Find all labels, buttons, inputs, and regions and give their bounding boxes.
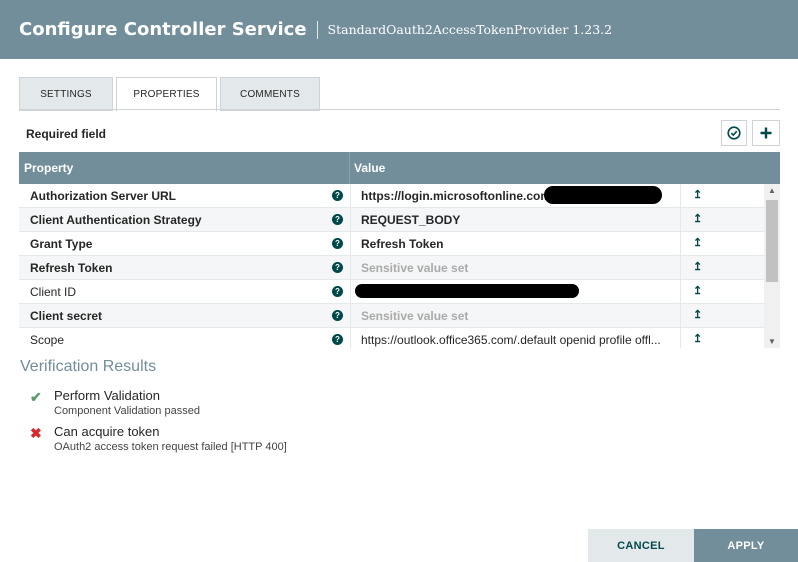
help-icon[interactable]: ? [332,262,343,273]
cell-divider [350,328,351,348]
verification-results-title: Verification Results [20,358,157,375]
verification-item-detail: Component Validation passed [54,405,200,417]
tab-bar: SETTINGS PROPERTIES COMMENTS [19,77,323,112]
property-name: Scope [30,333,65,347]
property-name: Client ID [30,285,77,299]
cell-divider [350,280,351,304]
close-icon: ✖ [30,425,42,441]
cell-divider [350,232,351,256]
redaction-mark [544,186,662,204]
table-row[interactable]: Client Authentication Strategy ? REQUEST… [19,208,764,232]
cell-divider [350,208,351,232]
verification-item-title: Perform Validation [54,388,160,403]
column-separator [349,152,350,184]
goto-arrow-icon[interactable]: ↥ [693,332,702,345]
cell-divider [680,208,681,232]
dialog-header: Configure Controller Service StandardOau… [0,0,798,59]
redaction-mark [355,284,579,298]
table-row[interactable]: Scope ? https://outlook.office365.com/.d… [19,328,764,348]
cell-divider [680,184,681,208]
dialog-title: Configure Controller Service [19,19,307,40]
property-value[interactable]: Sensitive value set [361,309,681,323]
property-name: Grant Type [30,237,93,251]
property-name: Refresh Token [30,261,113,275]
cell-divider [350,184,351,208]
tab-divider [19,109,780,110]
table-row[interactable]: Authorization Server URL ? https://login… [19,184,764,208]
check-icon: ✔ [30,389,42,405]
check-circle-icon [727,126,741,140]
table-row[interactable]: Client secret ? Sensitive value set ↥ [19,304,764,328]
table-scrollbar[interactable]: ▲ ▼ [764,184,780,348]
table-row[interactable]: Grant Type ? Refresh Token ↥ [19,232,764,256]
table-header: Property Value [19,152,780,184]
help-icon[interactable]: ? [332,286,343,297]
cell-divider [680,280,681,304]
column-header-property[interactable]: Property [24,161,73,175]
cell-divider [680,232,681,256]
plus-icon [760,127,772,139]
title-separator [316,20,318,39]
required-field-label: Required field [26,127,107,141]
configure-controller-service-dialog: Configure Controller Service StandardOau… [0,0,798,562]
help-icon[interactable]: ? [332,190,343,201]
property-value[interactable]: https://outlook.office365.com/.default o… [361,333,681,347]
table-row[interactable]: Refresh Token ? Sensitive value set ↥ [19,256,764,280]
verify-button[interactable] [721,120,747,146]
help-icon[interactable]: ? [332,238,343,249]
cell-divider [350,304,351,328]
property-name: Client secret [30,309,103,323]
cell-divider [680,256,681,280]
add-property-button[interactable] [752,120,780,146]
cell-divider [680,304,681,328]
goto-arrow-icon[interactable]: ↥ [693,236,702,249]
goto-arrow-icon[interactable]: ↥ [693,284,702,297]
property-value[interactable]: REQUEST_BODY [361,213,681,227]
property-value[interactable]: Sensitive value set [361,261,681,275]
goto-arrow-icon[interactable]: ↥ [693,212,702,225]
goto-arrow-icon[interactable]: ↥ [693,260,702,273]
property-value[interactable]: Refresh Token [361,237,681,251]
apply-button[interactable]: APPLY [694,529,798,562]
column-header-value[interactable]: Value [354,161,385,175]
table-row[interactable]: Client ID ? ↥ [19,280,764,304]
help-icon[interactable]: ? [332,334,343,345]
scroll-up-icon[interactable]: ▲ [768,186,776,195]
properties-table: Property Value Authorization Server URL … [19,152,780,348]
tab-settings[interactable]: SETTINGS [19,77,113,111]
scroll-down-icon[interactable]: ▼ [768,337,776,346]
help-icon[interactable]: ? [332,310,343,321]
scrollbar-thumb[interactable] [766,200,778,282]
table-body: Authorization Server URL ? https://login… [19,184,780,348]
dialog-subtitle: StandardOauth2AccessTokenProvider 1.23.2 [327,22,613,37]
property-name: Authorization Server URL [30,189,177,203]
tab-properties[interactable]: PROPERTIES [116,77,217,112]
verification-item-detail: OAuth2 access token request failed [HTTP… [54,441,287,453]
cell-divider [350,256,351,280]
help-icon[interactable]: ? [332,214,343,225]
property-name: Client Authentication Strategy [30,213,202,227]
goto-arrow-icon[interactable]: ↥ [693,188,702,201]
cell-divider [680,328,681,348]
tab-comments[interactable]: COMMENTS [220,77,320,111]
verification-item-title: Can acquire token [54,424,160,439]
cancel-button[interactable]: CANCEL [588,529,694,562]
goto-arrow-icon[interactable]: ↥ [693,308,702,321]
